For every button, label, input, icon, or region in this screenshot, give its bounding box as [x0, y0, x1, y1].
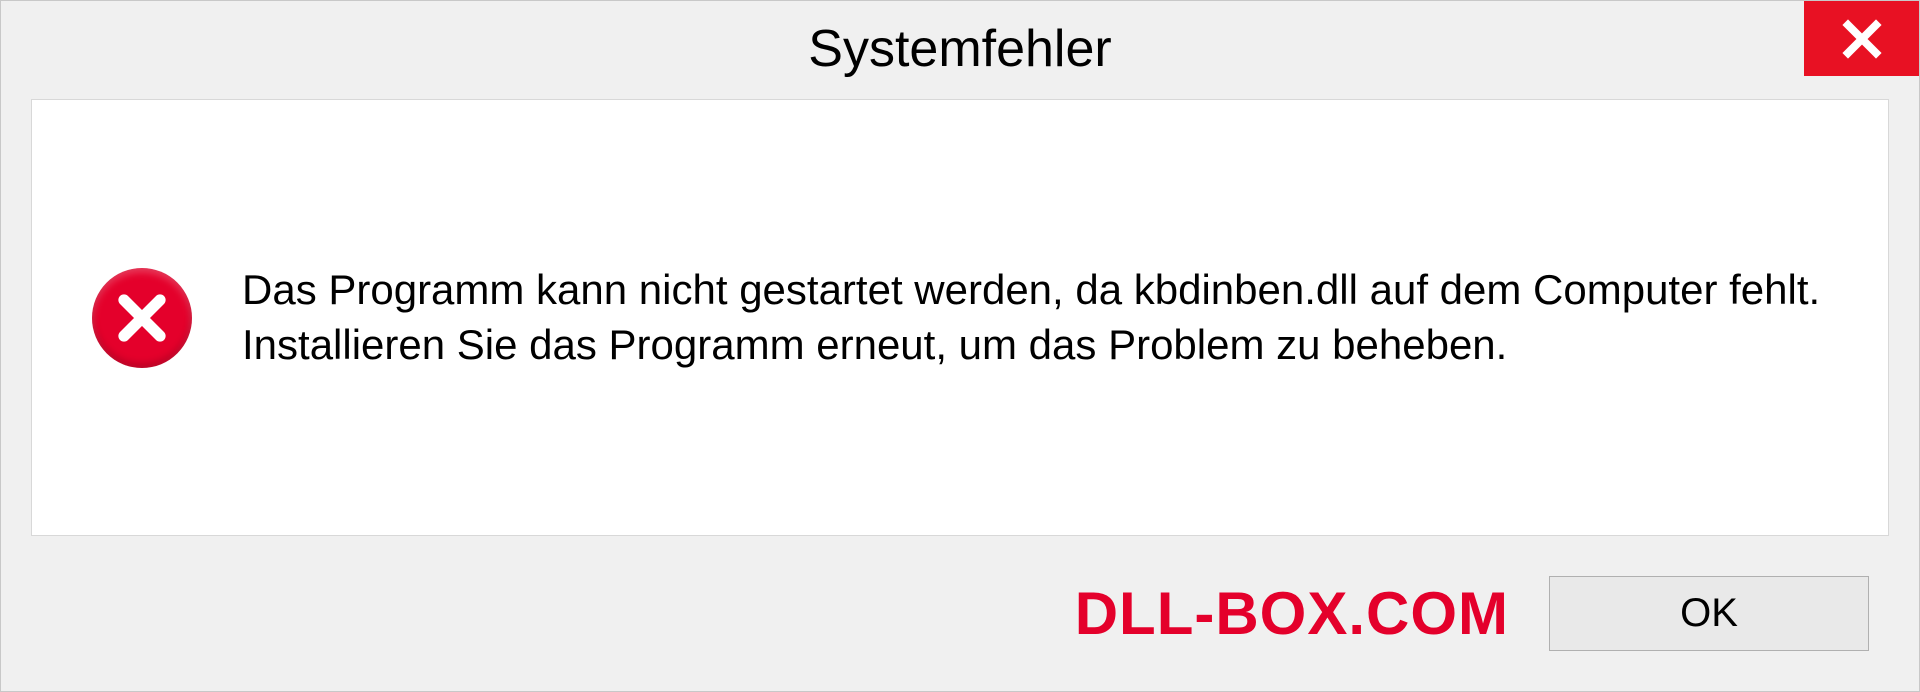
content-panel: Das Programm kann nicht gestartet werden…	[31, 99, 1889, 536]
error-message: Das Programm kann nicht gestartet werden…	[242, 263, 1828, 372]
close-icon	[1841, 18, 1883, 60]
error-dialog: Systemfehler Das Programm kann nicht ges…	[0, 0, 1920, 692]
dialog-title: Systemfehler	[808, 19, 1111, 79]
dialog-footer: DLL-BOX.COM OK	[1, 536, 1919, 691]
ok-button[interactable]: OK	[1549, 576, 1869, 651]
watermark-text: DLL-BOX.COM	[1075, 579, 1509, 648]
close-button[interactable]	[1804, 1, 1919, 76]
error-icon	[92, 268, 192, 368]
titlebar: Systemfehler	[1, 1, 1919, 91]
